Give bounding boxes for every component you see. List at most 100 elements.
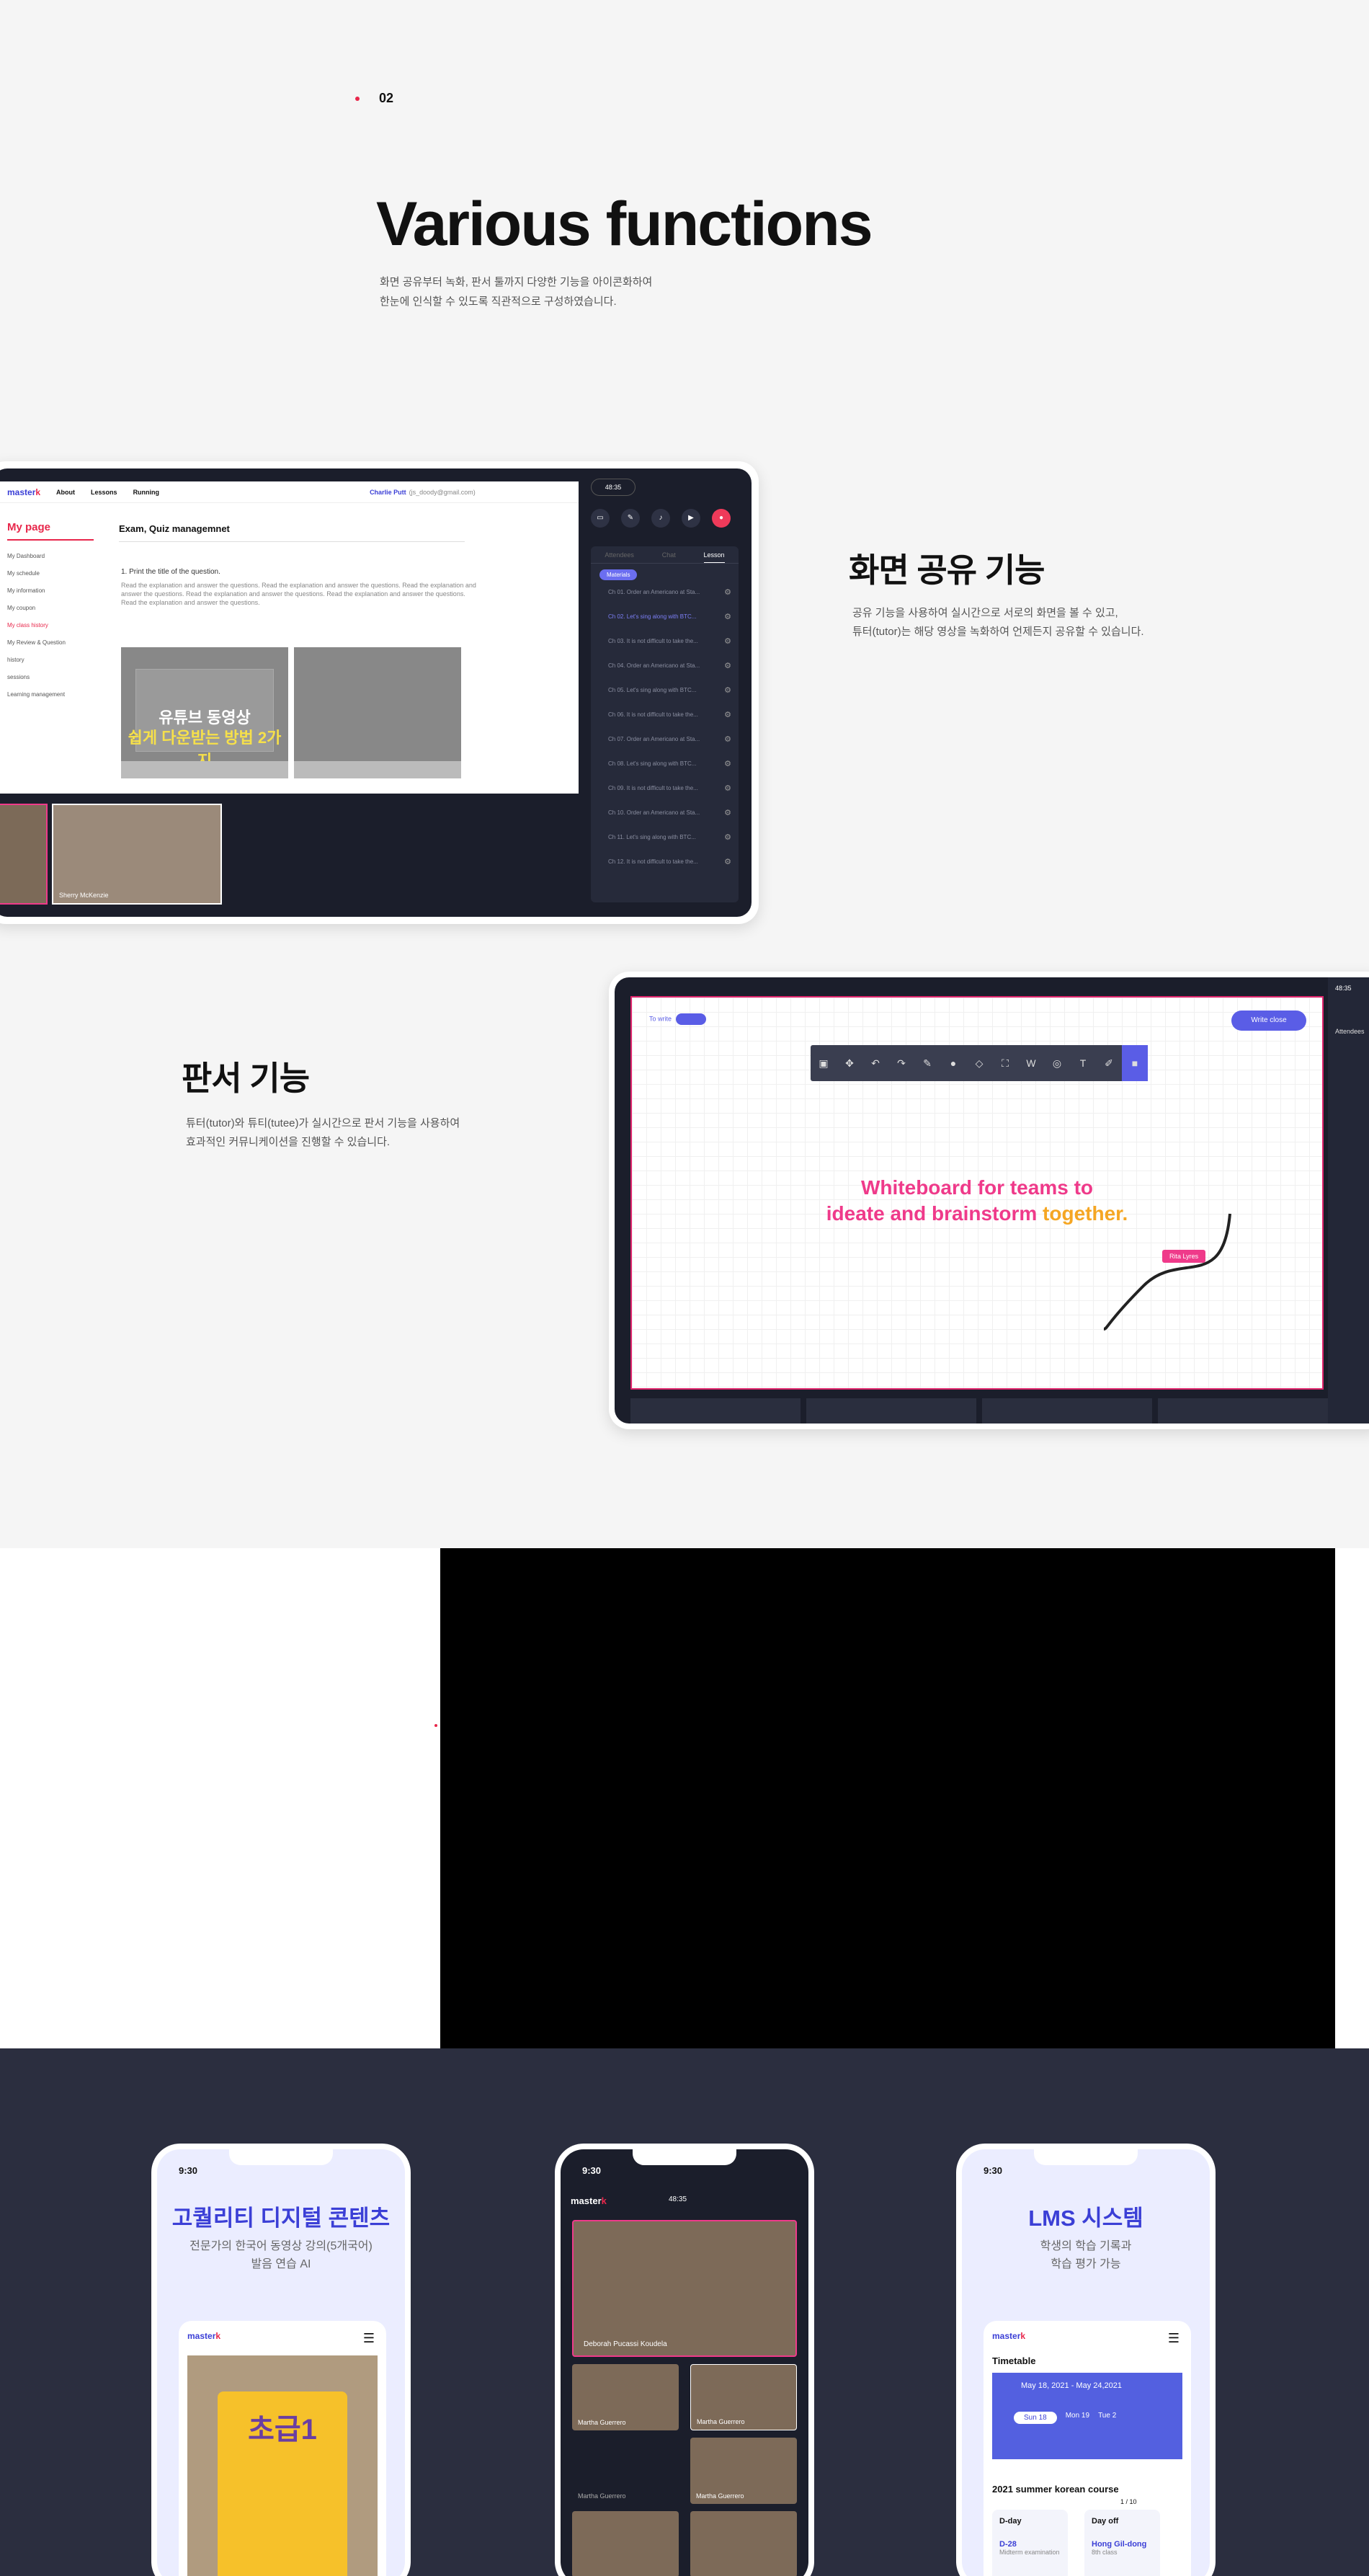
lesson-item[interactable]: Ch 01. Order an Americano at Sta...	[591, 580, 739, 605]
page-description: 화면 공유부터 녹화, 판서 툴까지 다양한 기능을 아이콘화하여 한눈에 인식할…	[380, 276, 653, 308]
tab-attendees[interactable]: Attendees	[605, 546, 634, 563]
tab-chat[interactable]: Chat	[662, 546, 676, 563]
pen-icon[interactable]: ✎	[914, 1045, 940, 1081]
materials-badge[interactable]: Materials	[599, 569, 638, 580]
question-title: 1. Print the title of the question.	[121, 568, 220, 576]
sidebar-item[interactable]: history	[7, 652, 94, 669]
pen-icon[interactable]: ✎	[621, 509, 640, 528]
participant-video[interactable]	[572, 2511, 679, 2576]
undo-icon[interactable]: ↶	[862, 1045, 888, 1081]
lesson-item[interactable]: Ch 05. Let's sing along with BTC...	[591, 678, 739, 703]
lesson-item-active[interactable]: Ch 02. Let's sing along with BTC...	[591, 605, 739, 629]
video-player[interactable]	[294, 647, 461, 778]
participant-video[interactable]: Martha Guerrero	[572, 2364, 679, 2430]
nav-lessons[interactable]: Lessons	[91, 489, 117, 496]
sidebar-item[interactable]: Learning management	[7, 686, 94, 703]
course-level: 초급1	[248, 2414, 317, 2446]
write-toggle[interactable]: To write	[649, 1013, 707, 1025]
status-time: 9:30	[582, 2165, 602, 2176]
tab-lesson[interactable]: Lesson	[703, 546, 725, 563]
app-card: masterk ☰ Timetable May 18, 2021 - May 2…	[984, 2321, 1191, 2576]
participant-video[interactable]	[0, 804, 48, 905]
course-cover[interactable]: 초급1	[187, 2355, 378, 2576]
save-icon[interactable]: ■	[1122, 1045, 1148, 1081]
participant-tile[interactable]	[1158, 1398, 1328, 1424]
camera-icon[interactable]: ▶	[682, 509, 700, 528]
mic-icon[interactable]: ♪	[651, 509, 670, 528]
nav-running[interactable]: Running	[133, 489, 160, 496]
text-icon[interactable]: T	[1070, 1045, 1096, 1081]
sidebar-item-active[interactable]: My class history	[7, 617, 94, 634]
highlighter-icon[interactable]: ✐	[1096, 1045, 1122, 1081]
app-card: masterk ☰ 초급1	[179, 2321, 386, 2576]
pagination[interactable]: 1 / 10	[1120, 2498, 1137, 2505]
sidebar-item[interactable]: My coupon	[7, 600, 94, 617]
participant-video[interactable]: Martha Guerrero	[690, 2438, 797, 2504]
logo[interactable]: masterk	[571, 2195, 607, 2206]
course-title: 2021 summer korean course	[992, 2484, 1119, 2495]
participant-tile[interactable]	[630, 1398, 801, 1424]
feature-title-screen-share: 화면 공유 기능	[849, 551, 1045, 589]
lesson-item[interactable]: Ch 08. Let's sing along with BTC...	[591, 752, 739, 776]
sidebar-item[interactable]: My Review & Question	[7, 634, 94, 652]
menu-icon[interactable]: ☰	[1168, 2331, 1180, 2346]
lesson-item[interactable]: Ch 03. It is not difficult to take the..…	[591, 629, 739, 654]
user-name[interactable]: Charlie Putt	[370, 489, 406, 496]
section-dot	[355, 97, 360, 101]
screen-icon[interactable]: ▭	[591, 509, 610, 528]
lesson-item[interactable]: Ch 12. It is not difficult to take the..…	[591, 850, 739, 874]
move-icon[interactable]: ✥	[837, 1045, 862, 1081]
participant-video[interactable]: Martha Guerrero	[690, 2364, 797, 2430]
day[interactable]: Tue 2	[1098, 2412, 1116, 2424]
lesson-item[interactable]: Ch 09. It is not difficult to take the..…	[591, 776, 739, 801]
video-controls[interactable]	[121, 761, 288, 778]
user-cursor-tag: Rita Lyres	[1162, 1250, 1206, 1263]
participant-video[interactable]: Sherry McKenzie	[52, 804, 222, 905]
capture-icon[interactable]: ◎	[1044, 1045, 1070, 1081]
video-player-embed[interactable]	[440, 1548, 1335, 2048]
nav-about[interactable]: About	[56, 489, 75, 496]
color-icon[interactable]: ●	[940, 1045, 966, 1081]
sidebar-item[interactable]: My Dashboard	[7, 548, 94, 565]
eraser-icon[interactable]: ◇	[966, 1045, 992, 1081]
main-video[interactable]: Deborah Pucassi Koudela	[572, 2220, 797, 2357]
word-icon[interactable]: W	[1018, 1045, 1044, 1081]
dday-card: D-day D-28 Midterm examination	[992, 2510, 1068, 2576]
record-icon[interactable]: ●	[712, 509, 731, 528]
video-player[interactable]: 유튜브 동영상 쉽게 다운받는 방법 2가지	[121, 647, 288, 778]
logo[interactable]: masterk	[187, 2331, 220, 2341]
menu-icon[interactable]: ☰	[363, 2331, 375, 2346]
day[interactable]: Mon 19	[1066, 2412, 1089, 2424]
phone-notch	[1034, 2149, 1138, 2165]
lesson-item[interactable]: Ch 04. Order an Americano at Sta...	[591, 654, 739, 678]
logo[interactable]: masterk	[7, 487, 40, 497]
lesson-item[interactable]: Ch 11. Let's sing along with BTC...	[591, 825, 739, 850]
participant-tile[interactable]	[806, 1398, 976, 1424]
whiteboard-canvas[interactable]: To write Write close ▣ ✥ ↶ ↷ ✎ ● ◇ ⛶ W ◎…	[630, 996, 1324, 1390]
indicator-dot	[434, 1724, 437, 1727]
session-timer: 48:35	[591, 479, 636, 496]
day-selected[interactable]: Sun 18	[1014, 2412, 1057, 2424]
select-icon[interactable]: ▣	[811, 1045, 837, 1081]
video-controls[interactable]	[294, 761, 461, 778]
redo-icon[interactable]: ↷	[888, 1045, 914, 1081]
sidebar-item[interactable]: My schedule	[7, 565, 94, 582]
feature-title-whiteboard: 판서 기능	[182, 1060, 310, 1097]
panel-tabs: Attendees Chat Lesson	[591, 546, 739, 564]
phone-subtitle: 전문가의 한국어 동영상 강의(5개국어) 발음 연습 AI	[189, 2240, 373, 2270]
dayoff-card: Day off Hong Gil-dong 8th class	[1084, 2510, 1160, 2576]
sidebar-item[interactable]: sessions	[7, 669, 94, 686]
participant-video-off[interactable]: Martha Guerrero	[572, 2438, 679, 2504]
sidebar-item[interactable]: My information	[7, 582, 94, 600]
logo[interactable]: masterk	[992, 2331, 1025, 2341]
participant-video[interactable]	[690, 2511, 797, 2576]
timetable-title: Timetable	[992, 2355, 1036, 2366]
lesson-item[interactable]: Ch 07. Order an Americano at Sta...	[591, 727, 739, 752]
write-close-button[interactable]: Write close	[1231, 1011, 1306, 1031]
lesson-item[interactable]: Ch 06. It is not difficult to take the..…	[591, 703, 739, 727]
phone-subtitle: 학생의 학습 기록과 학습 평가 가능	[1040, 2240, 1132, 2270]
lesson-item[interactable]: Ch 10. Order an Americano at Sta...	[591, 801, 739, 825]
status-time: 9:30	[179, 2165, 198, 2176]
crop-icon[interactable]: ⛶	[992, 1045, 1018, 1081]
participant-tile[interactable]	[982, 1398, 1152, 1424]
